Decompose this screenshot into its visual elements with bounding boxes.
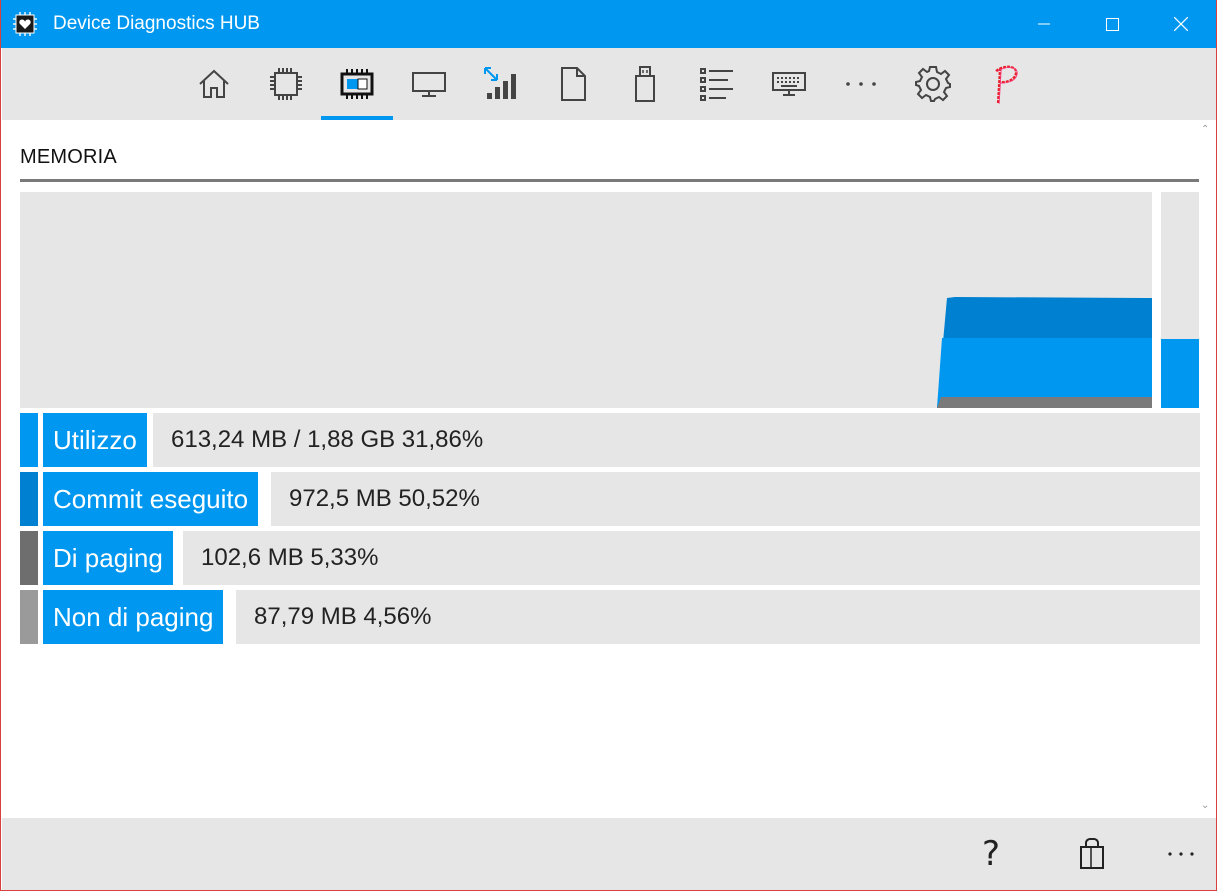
title-divider <box>20 179 1199 182</box>
maximize-icon <box>1105 17 1119 31</box>
scroll-down-arrow-icon[interactable]: ⌄ <box>1201 800 1209 811</box>
list-icon <box>700 68 733 101</box>
nav-home[interactable] <box>178 48 250 120</box>
stat-value: 613,24 MB / 1,88 GB 31,86% <box>171 426 484 453</box>
nav-input-devices[interactable] <box>753 48 825 120</box>
app-heart-chip-icon <box>13 12 37 36</box>
cpu-icon <box>270 68 302 100</box>
stat-value-box: 102,6 MB 5,33% <box>183 531 1200 585</box>
graph-paged-area <box>937 397 1152 408</box>
memory-icon <box>340 69 374 99</box>
stat-row-paged: Di paging 102,6 MB 5,33% <box>20 531 1200 585</box>
usb-drive-icon <box>635 66 655 102</box>
settings-gear-icon <box>915 66 951 102</box>
title-bar: Device Diagnostics HUB <box>1 0 1216 48</box>
maximize-button[interactable] <box>1078 0 1146 48</box>
home-icon <box>199 69 229 98</box>
appbar-more-button[interactable] <box>1151 818 1211 890</box>
stat-label: Non di paging <box>43 590 224 644</box>
app-window: Device Diagnostics HUB ⌃ MEMORIA Utilizz… <box>0 0 1217 891</box>
stat-value: 87,79 MB 4,56% <box>254 603 432 630</box>
stat-swatch <box>20 472 38 526</box>
nav-more[interactable] <box>825 48 897 120</box>
stat-value: 972,5 MB 50,52% <box>289 485 480 512</box>
stat-value-box: 972,5 MB 50,52% <box>271 472 1200 526</box>
stat-row-commit: Commit eseguito 972,5 MB 50,52% <box>20 472 1200 526</box>
bottom-app-bar: ? <box>2 818 1216 890</box>
nav-cpu[interactable] <box>250 48 322 120</box>
stat-value-box: 87,79 MB 4,56% <box>236 590 1200 644</box>
store-button[interactable] <box>1062 818 1122 890</box>
stat-label: Utilizzo <box>43 413 147 467</box>
stat-swatch <box>20 531 38 585</box>
nav-p-logo[interactable] <box>969 48 1041 120</box>
stat-label: Commit eseguito <box>43 472 259 526</box>
nav-network[interactable] <box>465 48 537 120</box>
display-icon <box>412 72 446 97</box>
keyboard-icon <box>772 72 806 96</box>
close-button[interactable] <box>1147 0 1215 48</box>
nav-file[interactable] <box>537 48 609 120</box>
window-title: Device Diagnostics HUB <box>53 13 260 34</box>
stat-row-nonpaged: Non di paging 87,79 MB 4,56% <box>20 590 1200 644</box>
stat-label: Di paging <box>43 531 173 585</box>
more-icon <box>1168 852 1194 856</box>
minimize-icon <box>1038 23 1050 25</box>
content-area: ⌃ MEMORIA Utilizzo 613,24 MB / 1,88 GB 3… <box>2 120 1216 818</box>
top-nav-bar <box>2 48 1216 120</box>
minimize-button[interactable] <box>1010 0 1078 48</box>
nav-display[interactable] <box>393 48 465 120</box>
p-logo-icon <box>995 65 1018 104</box>
nav-memory[interactable] <box>321 48 393 120</box>
close-icon <box>1174 17 1188 31</box>
more-icon <box>846 82 876 86</box>
help-button[interactable]: ? <box>961 818 1021 890</box>
file-icon <box>561 67 586 101</box>
stat-swatch <box>20 413 38 467</box>
help-icon: ? <box>981 834 1001 874</box>
memory-graph-svg <box>937 297 1152 408</box>
page-title: MEMORIA <box>20 146 117 168</box>
stat-value-box: 613,24 MB / 1,88 GB 31,86% <box>153 413 1200 467</box>
store-bag-icon <box>1080 838 1104 869</box>
network-signal-icon <box>484 67 516 99</box>
scroll-up-arrow-icon[interactable]: ⌃ <box>1201 124 1209 135</box>
stat-swatch <box>20 590 38 644</box>
usage-level-bar <box>1161 192 1199 408</box>
stat-row-usage: Utilizzo 613,24 MB / 1,88 GB 31,86% <box>20 413 1200 467</box>
memory-usage-graph <box>20 192 1152 408</box>
stat-value: 102,6 MB 5,33% <box>201 544 379 571</box>
nav-storage[interactable] <box>609 48 681 120</box>
usage-level-fill <box>1161 339 1199 408</box>
nav-processes[interactable] <box>681 48 753 120</box>
nav-settings[interactable] <box>897 48 969 120</box>
